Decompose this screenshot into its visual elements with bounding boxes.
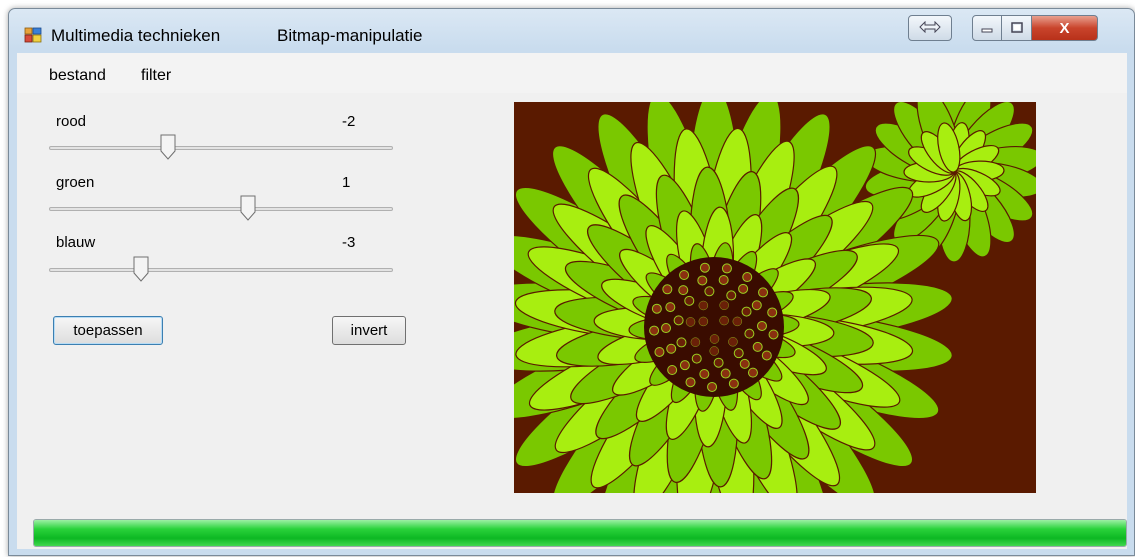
window-title: Multimedia technieken [51, 26, 221, 45]
progress-fill [34, 520, 1126, 546]
slider-thumb-blauw[interactable] [133, 256, 149, 282]
slider-track-groen[interactable] [49, 195, 393, 221]
slider-value-blauw: -3 [342, 234, 356, 251]
menu-item-bestand[interactable]: bestand [49, 67, 106, 85]
minimize-icon [981, 20, 993, 36]
flower-image [514, 102, 1036, 493]
app-form-icon [24, 26, 42, 44]
slider-thumb-rood[interactable] [160, 134, 176, 160]
slider-value-rood: -2 [342, 113, 356, 130]
slider-track-blauw[interactable] [49, 256, 393, 282]
slider-value-groen: 1 [342, 174, 351, 191]
title-bar[interactable]: Multimedia technieken Bitmap-manipulatie… [9, 9, 1134, 53]
resize-button[interactable] [908, 15, 952, 41]
main-window: Multimedia technieken Bitmap-manipulatie… [8, 8, 1135, 556]
progress-bar [33, 519, 1127, 547]
slider-label-rood: rood [56, 113, 87, 130]
client-area: rood -2 groen 1 blauw -3 toepassen inver… [17, 93, 1127, 519]
maximize-icon [1010, 20, 1023, 36]
slider-track-rood[interactable] [49, 134, 393, 160]
status-bar [17, 519, 1127, 549]
flower-picture [514, 102, 1036, 493]
menu-bar: bestand filter [17, 53, 1127, 93]
maximize-button[interactable] [1002, 15, 1032, 41]
menu-item-filter[interactable]: filter [141, 67, 171, 85]
close-button[interactable]: X [1032, 15, 1098, 41]
close-icon: X [1059, 19, 1070, 37]
slider-thumb-groen[interactable] [240, 195, 256, 221]
slider-label-groen: groen [56, 174, 95, 191]
minimize-button[interactable] [972, 15, 1002, 41]
invert-button[interactable]: invert [332, 316, 406, 345]
window-subtitle: Bitmap-manipulatie [277, 26, 423, 45]
slider-label-blauw: blauw [56, 234, 96, 251]
resize-arrows-icon [919, 20, 941, 36]
apply-button[interactable]: toepassen [53, 316, 163, 345]
